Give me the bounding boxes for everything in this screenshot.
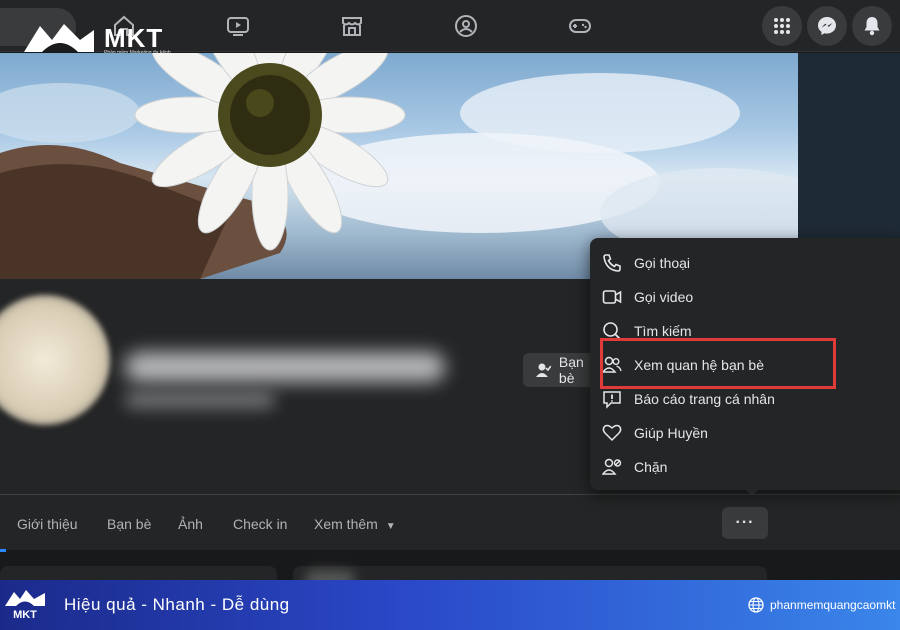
menu-item-label: Gọi thoại: [634, 255, 691, 271]
menu-item-label: Giúp Huyền: [634, 425, 708, 441]
more-options-button[interactable]: ···: [722, 507, 768, 539]
gaming-icon[interactable]: [566, 12, 594, 40]
tab-more-label: Xem thêm: [314, 516, 378, 532]
menu-item-label: Gọi video: [634, 289, 694, 305]
menu-item-label: Chặn: [634, 459, 668, 475]
ellipsis-icon: ···: [735, 514, 755, 531]
video-icon: [602, 290, 622, 304]
menu-item-voice-call[interactable]: Gọi thoại: [602, 246, 690, 280]
heart-icon: [602, 424, 622, 442]
active-tab-indicator: [0, 549, 6, 552]
highlight-box: [600, 338, 836, 389]
promo-website-text: phanmemquangcaomkt: [770, 598, 896, 612]
menu-item-label: Tìm kiếm: [634, 323, 692, 339]
friend-check-icon: [535, 363, 551, 377]
mkt-logo-mark: [24, 24, 94, 52]
menu-item-video-call[interactable]: Gọi video: [602, 280, 693, 314]
tab-checkins[interactable]: Check in: [233, 516, 287, 532]
promo-logo-text: MKT: [13, 609, 37, 621]
profile-subtext-blurred: [125, 392, 275, 408]
watch-icon[interactable]: [224, 12, 252, 40]
block-user-icon: [602, 458, 622, 475]
logo-text: MKT: [104, 22, 164, 53]
promo-logo-icon: MKT: [5, 590, 45, 621]
notifications-icon[interactable]: [852, 6, 892, 46]
menu-item-label: Báo cáo trang cá nhân: [634, 391, 775, 407]
groups-icon[interactable]: [452, 12, 480, 40]
profile-name-blurred: [125, 352, 445, 382]
phone-icon: [603, 254, 621, 272]
menu-item-block[interactable]: Chặn: [602, 450, 667, 484]
tab-about[interactable]: Giới thiệu: [17, 516, 78, 532]
globe-icon: [748, 597, 764, 613]
menu-caret: [744, 488, 760, 496]
menu-grid-icon[interactable]: [762, 6, 802, 46]
tab-friends[interactable]: Bạn bè: [107, 516, 151, 532]
tab-photos[interactable]: Ảnh: [178, 516, 203, 532]
tab-more[interactable]: Xem thêm ▼: [314, 516, 396, 532]
marketplace-icon[interactable]: [338, 12, 366, 40]
report-icon: [603, 391, 621, 409]
facebook-profile-page: MKT Phần mềm Marketing đa kênh: [0, 0, 900, 630]
messenger-icon[interactable]: [807, 6, 847, 46]
promo-website[interactable]: phanmemquangcaomkt: [748, 597, 895, 613]
menu-item-support[interactable]: Giúp Huyền: [602, 416, 708, 450]
chevron-down-icon: ▼: [385, 521, 396, 532]
promo-tagline: Hiệu quả - Nhanh - Dễ dùng: [64, 595, 290, 614]
